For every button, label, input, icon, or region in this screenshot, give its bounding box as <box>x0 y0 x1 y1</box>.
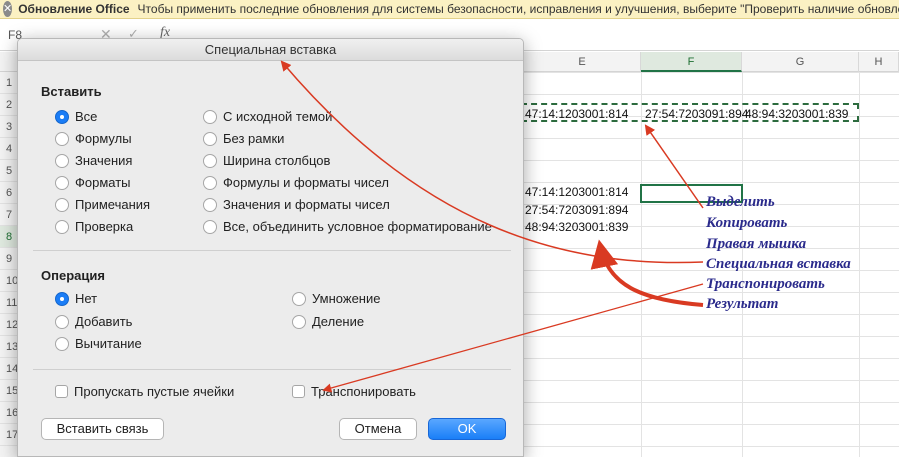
radio-operation-subtract[interactable]: Вычитание <box>55 336 142 351</box>
radio-label: Добавить <box>75 314 133 329</box>
radio-paste-comments[interactable]: Примечания <box>55 197 150 212</box>
update-message: Чтобы применить последние обновления для… <box>137 2 899 16</box>
radio-icon <box>55 197 69 212</box>
step-transpose: Транспонировать <box>706 276 825 292</box>
radio-label: Формулы и форматы чисел <box>223 175 389 190</box>
paste-section-title: Вставить <box>41 84 102 99</box>
radio-paste-all-merge-conditional[interactable]: Все, объединить условное форматирование <box>203 219 492 234</box>
radio-icon <box>203 131 217 146</box>
step-copy: Копировать <box>706 215 788 231</box>
step-right-click: Правая мышка <box>706 236 807 252</box>
separator <box>33 250 511 251</box>
radio-label: Нет <box>75 291 98 306</box>
radio-icon <box>203 219 217 234</box>
checkbox-icon <box>55 385 68 398</box>
radio-icon <box>55 153 69 168</box>
paste-special-dialog: Специальная вставка Вставить Все Формулы… <box>17 38 524 457</box>
column-header-e[interactable]: E <box>524 52 641 72</box>
radio-operation-add[interactable]: Добавить <box>55 314 132 329</box>
radio-paste-formats[interactable]: Форматы <box>55 175 131 190</box>
cancel-button[interactable]: Отмена <box>339 418 417 440</box>
radio-label: Деление <box>312 314 365 329</box>
separator <box>33 369 511 370</box>
radio-paste-no-borders[interactable]: Без рамки <box>203 131 284 146</box>
radio-label: Формулы <box>75 131 132 146</box>
radio-icon <box>203 153 217 168</box>
operation-section-title: Операция <box>41 268 105 283</box>
radio-label: С исходной темой <box>223 109 333 124</box>
radio-label: Проверка <box>75 219 134 234</box>
grid-line <box>641 72 642 457</box>
radio-icon <box>203 175 217 190</box>
radio-selected-icon <box>55 109 69 124</box>
radio-operation-none[interactable]: Нет <box>55 291 97 306</box>
radio-label: Умножение <box>312 291 381 306</box>
radio-operation-divide[interactable]: Деление <box>292 314 364 329</box>
radio-icon <box>292 291 306 306</box>
radio-label: Ширина столбцов <box>223 153 331 168</box>
cell-e10[interactable]: 48:94:3203001:839 <box>525 216 628 238</box>
radio-paste-all[interactable]: Все <box>55 109 97 124</box>
paste-link-button[interactable]: Вставить связь <box>41 418 164 440</box>
radio-selected-icon <box>55 291 69 306</box>
radio-label: Вычитание <box>75 336 142 351</box>
skip-blanks-checkbox[interactable]: Пропускать пустые ячейки <box>55 384 234 399</box>
radio-paste-column-widths[interactable]: Ширина столбцов <box>203 153 330 168</box>
radio-label: Значения и форматы чисел <box>223 197 390 212</box>
column-header-g[interactable]: G <box>742 52 859 72</box>
update-title: Обновление Office <box>18 2 130 16</box>
checkbox-icon <box>292 385 305 398</box>
radio-label: Примечания <box>75 197 151 212</box>
column-header-f[interactable]: F <box>641 52 742 72</box>
radio-label: Все <box>75 109 98 124</box>
radio-label: Все, объединить условное форматирование <box>223 219 492 234</box>
radio-icon <box>203 109 217 124</box>
step-result: Результат <box>706 296 779 312</box>
checkbox-label: Транспонировать <box>311 384 416 399</box>
close-icon[interactable]: ✕ <box>3 1 13 17</box>
radio-label: Форматы <box>75 175 131 190</box>
radio-icon <box>55 175 69 190</box>
radio-icon <box>55 219 69 234</box>
radio-paste-formulas-number-formats[interactable]: Формулы и форматы чисел <box>203 175 389 190</box>
radio-paste-values-number-formats[interactable]: Значения и форматы чисел <box>203 197 390 212</box>
radio-icon <box>292 314 306 329</box>
radio-icon <box>203 197 217 212</box>
radio-icon <box>55 131 69 146</box>
update-notification-bar: ✕ Обновление Office Чтобы применить посл… <box>0 0 899 19</box>
step-paste-special: Специальная вставка <box>706 256 851 272</box>
dialog-title: Специальная вставка <box>18 39 523 61</box>
ok-button[interactable]: OK <box>428 418 506 440</box>
copy-marquee <box>521 103 859 122</box>
radio-icon <box>55 314 69 329</box>
transpose-checkbox[interactable]: Транспонировать <box>292 384 416 399</box>
column-header-h[interactable]: H <box>859 52 899 72</box>
radio-paste-source-theme[interactable]: С исходной темой <box>203 109 332 124</box>
radio-paste-values[interactable]: Значения <box>55 153 132 168</box>
radio-paste-formulas[interactable]: Формулы <box>55 131 132 146</box>
grid-line <box>859 72 860 457</box>
step-select: Выделить <box>706 194 775 210</box>
radio-label: Значения <box>75 153 133 168</box>
radio-icon <box>55 336 69 351</box>
radio-paste-validation[interactable]: Проверка <box>55 219 133 234</box>
radio-operation-multiply[interactable]: Умножение <box>292 291 380 306</box>
radio-label: Без рамки <box>223 131 285 146</box>
checkbox-label: Пропускать пустые ячейки <box>74 384 235 399</box>
